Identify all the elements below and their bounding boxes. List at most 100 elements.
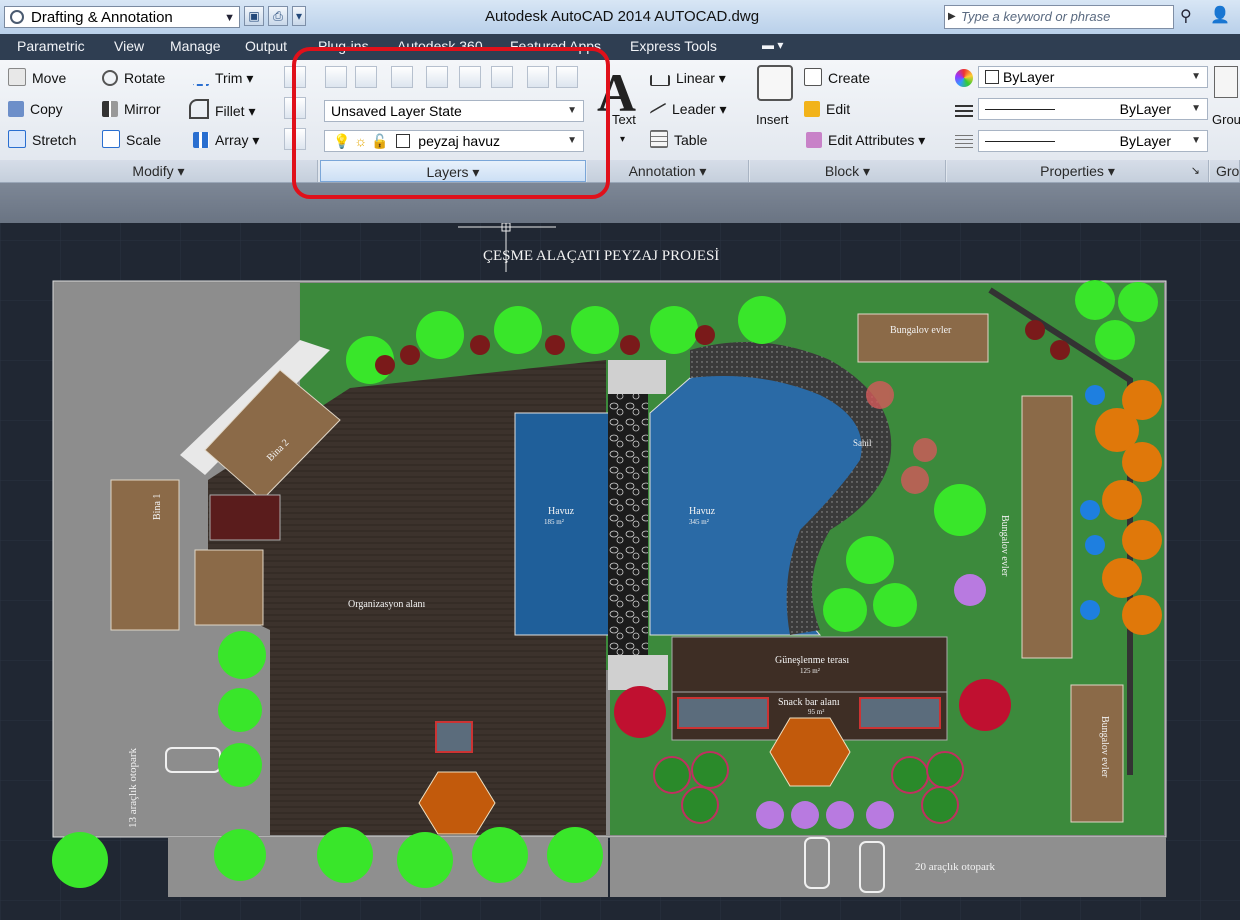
text-dropdown-icon[interactable]: ▾	[620, 130, 625, 150]
gear-icon	[10, 10, 24, 24]
line-preview	[985, 141, 1055, 142]
array-icon	[193, 132, 209, 148]
linetype-dropdown[interactable]: ByLayer ▼	[978, 98, 1208, 120]
linear-label: Linear	[676, 70, 715, 86]
pool1-area: 185 m²	[544, 518, 564, 526]
fillet-label: Fillet	[215, 103, 245, 119]
pool2-area: 345 m²	[689, 518, 709, 526]
text-button-label[interactable]: Text	[612, 110, 636, 130]
rotate-button[interactable]: Rotate	[102, 68, 165, 88]
linetype-value: ByLayer	[1119, 101, 1171, 117]
lineweight-icon	[955, 103, 973, 117]
move-icon	[8, 68, 26, 86]
table-button[interactable]: Table	[650, 130, 707, 150]
stretch-label: Stretch	[32, 132, 77, 148]
arrow-right-icon: ▶	[948, 11, 956, 22]
copy-button[interactable]: Copy	[8, 99, 63, 119]
mirror-button[interactable]: Mirror	[102, 99, 161, 119]
groups-panel-title[interactable]: Gro	[1210, 160, 1240, 182]
pool2-name: Havuz	[689, 506, 716, 517]
fillet-icon	[189, 99, 209, 119]
binoculars-icon[interactable]: ⚲	[1180, 6, 1192, 26]
annotation-panel-title[interactable]: Annotation ▾	[587, 160, 749, 182]
move-button[interactable]: Move	[8, 68, 66, 88]
trim-button[interactable]: Trim ▾	[193, 68, 253, 88]
parking-bottom-label: 20 araçlık otopark	[915, 861, 996, 873]
modify-title-text: Modify	[132, 163, 174, 179]
dimension-icon	[650, 75, 670, 86]
block-panel-title[interactable]: Block ▾	[750, 160, 946, 182]
trim-icon	[193, 76, 209, 86]
dialog-launcher-icon[interactable]: ↘	[1191, 160, 1200, 182]
building1-label: Bina 1	[152, 493, 163, 520]
bungalow-top-label: Bungalov evler	[890, 325, 952, 336]
create-label: Create	[828, 70, 871, 86]
table-label: Table	[674, 132, 708, 148]
save-icon[interactable]: ▣	[244, 6, 264, 26]
file-tabs-strip	[0, 183, 1240, 223]
properties-panel-title[interactable]: Properties ▾ ↘	[947, 160, 1209, 182]
title-bar: Drafting & Annotation ▼ ▣ ⎙ ▾ Autodesk A…	[0, 0, 1240, 34]
color-value: ByLayer	[1003, 69, 1055, 85]
parking-left-label: 13 araçlık otopark	[127, 747, 139, 828]
create-block-icon	[804, 68, 822, 86]
array-label: Array	[215, 132, 249, 148]
copy-label: Copy	[30, 101, 63, 117]
plot-icon[interactable]: ⎙	[268, 6, 288, 26]
rotate-label: Rotate	[124, 70, 166, 86]
mirror-label: Mirror	[124, 101, 161, 117]
linear-button[interactable]: Linear ▾	[650, 68, 726, 88]
quick-access-dropdown[interactable]: ▾	[292, 6, 306, 26]
scale-button[interactable]: Scale	[102, 130, 161, 150]
edit-label: Edit	[826, 101, 851, 117]
insert-icon[interactable]	[757, 65, 793, 101]
bungalow-right-label: Bungalov evler	[999, 515, 1010, 577]
group-label[interactable]: Grou	[1212, 110, 1240, 130]
layers-highlight-annotation	[292, 47, 610, 199]
drawing-canvas[interactable]: ÇEŞME ALAÇATI PEYZAJ PROJESİ Havuz 185 m…	[0, 223, 1240, 920]
workspace-dropdown[interactable]: Drafting & Annotation ▼	[4, 6, 240, 28]
color-dropdown[interactable]: ByLayer ▼	[978, 66, 1208, 88]
insert-label[interactable]: Insert	[756, 110, 789, 130]
workspace-label: Drafting & Annotation	[31, 9, 173, 26]
app-title: Autodesk AutoCAD 2014 AUTOCAD.dwg	[485, 8, 760, 25]
linetype-icon	[955, 134, 973, 148]
site-plan-drawing	[0, 223, 1240, 920]
leader-button[interactable]: Leader ▾	[650, 99, 727, 122]
edit-attributes-label: Edit Attributes	[828, 132, 915, 148]
pool1-name: Havuz	[548, 506, 575, 517]
scale-icon	[102, 130, 120, 148]
modify-panel-title[interactable]: Modify ▾	[0, 160, 318, 182]
chevron-down-icon: ▼	[1191, 103, 1201, 114]
edit-block-button[interactable]: Edit	[804, 99, 850, 119]
array-button[interactable]: Array ▾	[193, 130, 259, 150]
edit-attributes-button[interactable]: Edit Attributes ▾	[806, 130, 925, 150]
trim-label: Trim	[215, 70, 243, 86]
leader-icon	[650, 102, 666, 122]
user-icon[interactable]: 👤	[1210, 5, 1230, 25]
chevron-down-icon: ▼	[1191, 71, 1201, 82]
group-icon[interactable]	[1214, 66, 1238, 98]
search-placeholder: Type a keyword or phrase	[961, 9, 1111, 24]
tab-overflow-icon[interactable]: ▬ ▾	[762, 38, 783, 52]
leader-label: Leader	[672, 101, 716, 117]
mirror-icon	[102, 101, 118, 117]
tab-parametric[interactable]: Parametric	[17, 38, 85, 54]
tab-manage[interactable]: Manage	[170, 38, 221, 54]
bungalow-bottom-label: Bungalov evler	[1099, 716, 1110, 778]
stretch-button[interactable]: Stretch	[8, 130, 76, 150]
edit-block-icon	[804, 101, 820, 117]
organization-area-label: Organizasyon alanı	[348, 599, 426, 610]
create-block-button[interactable]: Create	[804, 68, 870, 88]
table-icon	[650, 130, 668, 148]
move-label: Move	[32, 70, 67, 86]
search-input[interactable]: ▶ Type a keyword or phrase	[944, 5, 1174, 29]
color-wheel-icon[interactable]	[955, 69, 973, 87]
sun-terrace-area: 125 m²	[800, 667, 820, 675]
lineweight-dropdown[interactable]: ByLayer ▼	[978, 130, 1208, 152]
tab-output[interactable]: Output	[245, 38, 287, 54]
snack-bar-area: 95 m²	[808, 708, 825, 716]
fillet-button[interactable]: Fillet ▾	[189, 99, 255, 121]
tab-express-tools[interactable]: Express Tools	[630, 38, 717, 54]
tab-view[interactable]: View	[114, 38, 144, 54]
